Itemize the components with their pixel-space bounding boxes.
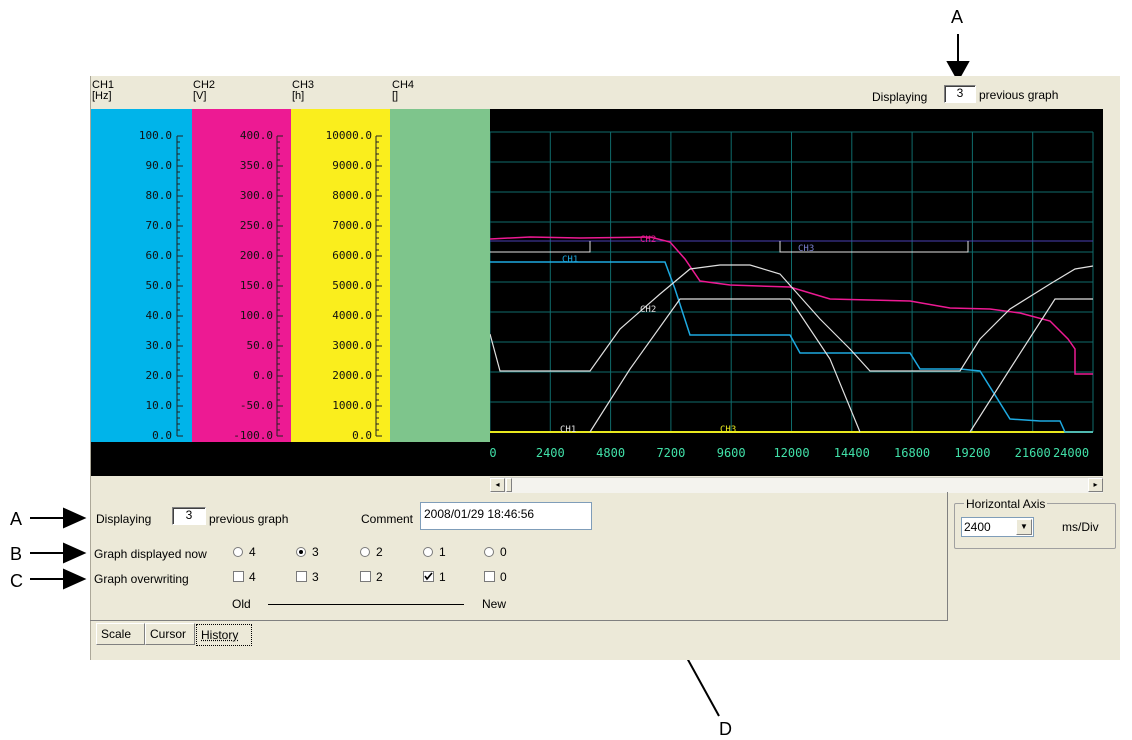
history-displaying-value: 3 bbox=[172, 507, 206, 525]
top-displaying-value: 3 bbox=[944, 85, 976, 103]
tab-cursor[interactable]: Cursor bbox=[145, 623, 195, 645]
x-tick-label: 16800 bbox=[894, 446, 931, 460]
x-tick-label: 9600 bbox=[716, 446, 746, 460]
ch3-yellow-label: CH3 bbox=[720, 425, 736, 435]
horizontal-axis-select[interactable]: 2400 ▼ bbox=[961, 517, 1034, 537]
chevron-down-icon[interactable]: ▼ bbox=[1016, 519, 1032, 535]
x-tick-label: 24000 bbox=[1052, 446, 1090, 460]
graph-now-radio-0[interactable] bbox=[484, 547, 494, 557]
graph-overwrite-check-label: 1 bbox=[439, 570, 446, 584]
new-label: New bbox=[482, 597, 507, 611]
graph-now-radio-label: 1 bbox=[439, 545, 446, 559]
x-tick-label: 0 bbox=[489, 446, 497, 460]
horizontal-axis-value: 2400 bbox=[964, 520, 991, 534]
graph-displayed-now-label: Graph displayed now bbox=[94, 547, 207, 561]
x-tick-label: 7200 bbox=[656, 446, 686, 460]
x-tick-label: 14400 bbox=[833, 446, 870, 460]
graph-overwrite-check-0[interactable] bbox=[484, 571, 495, 582]
x-axis-tick-labels: 0 2400 4800 7200 9600 12000 14400 16800 19200 216… bbox=[489, 446, 1103, 462]
graph-overwrite-check-1[interactable] bbox=[423, 571, 434, 582]
graph-overwrite-check-label: 3 bbox=[312, 570, 319, 584]
graph-now-radio-label: 3 bbox=[312, 545, 319, 559]
x-tick-label: 2400 bbox=[535, 446, 565, 460]
graph-now-radio-1[interactable] bbox=[423, 547, 433, 557]
ch2-white-label: CH2 bbox=[640, 305, 656, 315]
horizontal-axis-title: Horizontal Axis bbox=[964, 497, 1048, 511]
scroll-left-arrow-icon[interactable]: ◂ bbox=[490, 478, 505, 492]
history-displaying-label: Displaying bbox=[96, 512, 152, 526]
top-displaying-suffix: previous graph bbox=[979, 88, 1059, 102]
graph-now-radio-label: 2 bbox=[376, 545, 383, 559]
trend-plot: CH2 CH1 CH3 CH2 CH1 CH3 bbox=[490, 109, 1103, 476]
graph-overwrite-check-label: 2 bbox=[376, 570, 383, 584]
horizontal-axis-unit: ms/Div bbox=[1062, 520, 1099, 534]
graph-now-radio-3[interactable] bbox=[296, 547, 306, 557]
graph-overwrite-check-label: 0 bbox=[500, 570, 507, 584]
scroll-right-arrow-icon[interactable]: ▸ bbox=[1088, 478, 1103, 492]
comment-input[interactable]: 2008/01/29 18:46:56 bbox=[420, 502, 592, 530]
horizontal-scrollbar[interactable]: ◂ ▸ bbox=[490, 477, 1103, 493]
ch2-trace-label: CH2 bbox=[640, 235, 656, 245]
graph-overwrite-check-3[interactable] bbox=[296, 571, 307, 582]
scale-footer bbox=[91, 442, 490, 476]
scroll-thumb[interactable] bbox=[506, 478, 512, 492]
graph-overwriting-label: Graph overwriting bbox=[94, 572, 189, 586]
top-displaying-label: Displaying bbox=[872, 90, 928, 104]
old-label: Old bbox=[232, 597, 251, 611]
graph-now-radio-2[interactable] bbox=[360, 547, 370, 557]
ch3-box-label: CH3 bbox=[798, 244, 814, 254]
x-tick-label: 12000 bbox=[773, 446, 810, 460]
ch1-white-label: CH1 bbox=[560, 425, 576, 435]
graph-now-radio-4[interactable] bbox=[233, 547, 243, 557]
tab-history[interactable]: History bbox=[196, 624, 252, 646]
graph-overwrite-check-label: 4 bbox=[249, 570, 256, 584]
ch1-trace-label: CH1 bbox=[562, 255, 578, 265]
x-tick-label: 19200 bbox=[954, 446, 991, 460]
scale-tick-marks bbox=[176, 135, 382, 437]
graph-now-radio-label: 0 bbox=[500, 545, 507, 559]
old-new-divider bbox=[268, 604, 464, 605]
graph-overwrite-check-4[interactable] bbox=[233, 571, 244, 582]
graph-now-radio-label: 4 bbox=[249, 545, 256, 559]
comment-label: Comment bbox=[361, 512, 414, 526]
tab-scale[interactable]: Scale bbox=[96, 623, 145, 645]
x-tick-label: 4800 bbox=[596, 446, 626, 460]
history-displaying-suffix: previous graph bbox=[209, 512, 289, 526]
graph-overwrite-check-2[interactable] bbox=[360, 571, 371, 582]
